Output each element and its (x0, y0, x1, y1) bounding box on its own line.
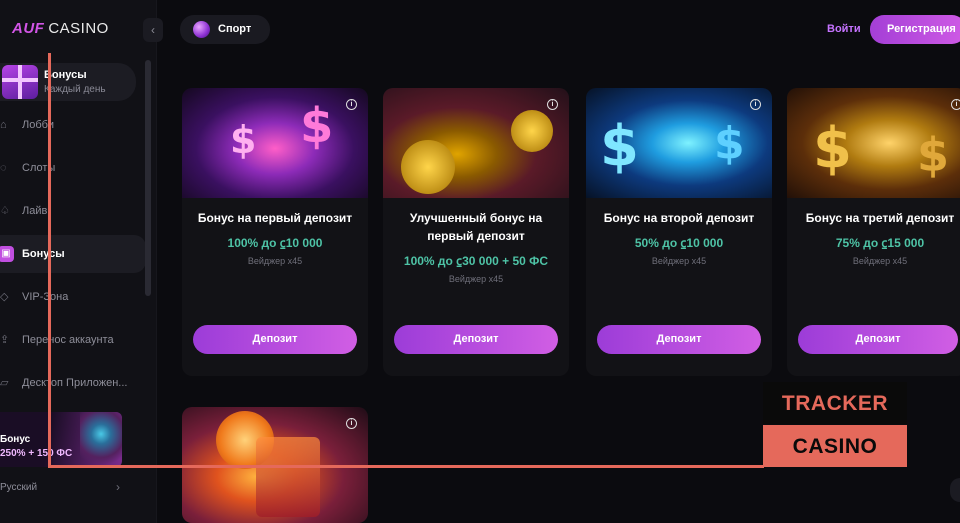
desktop-icon: ▱ (0, 377, 9, 389)
logo-casino: CASINO (48, 20, 109, 37)
promo-banner[interactable]: Бонус 250% + 150 ФС (0, 412, 122, 467)
watermark-line-vertical (48, 53, 51, 467)
sidebar-item-vip[interactable]: ◇ VIP-Зона (0, 278, 146, 316)
login-link[interactable]: Войти (827, 23, 861, 35)
bonus-card-image: $ $ (182, 88, 368, 198)
app-root: AUF CASINO Бонусы Каждый день ⌂ Лобби ◌ С… (0, 0, 960, 523)
bonus-card-amount: 50% до ⃀10 000 (634, 236, 724, 250)
deposit-button[interactable]: Депозит (193, 325, 357, 354)
bonus-card: $ $ i Бонус на второй депозит 50% до ⃀10… (586, 88, 772, 376)
register-button[interactable]: Регистрация (870, 15, 960, 44)
chevron-left-icon: ‹ (151, 23, 155, 37)
info-icon[interactable]: i (750, 99, 761, 110)
deposit-button[interactable]: Депозит (798, 325, 958, 354)
logo-brand: AUF (12, 20, 45, 37)
sport-label: Спорт (218, 23, 252, 35)
gift-icon (2, 65, 38, 99)
info-icon[interactable]: i (547, 99, 558, 110)
sport-button[interactable]: Спорт (180, 15, 270, 44)
diamond-icon: ◇ (0, 291, 9, 303)
bonus-card-wager: Вейджер x45 (448, 274, 504, 284)
promo-title: Бонус (0, 434, 31, 445)
home-icon: ⌂ (0, 119, 7, 131)
info-icon[interactable]: i (346, 99, 357, 110)
info-icon[interactable]: i (346, 418, 357, 429)
deposit-label: Депозит (656, 333, 702, 345)
sidebar-item-label: Лайв (22, 205, 48, 217)
sport-ball-icon (193, 21, 210, 38)
deposit-button[interactable]: Депозит (597, 325, 761, 354)
watermark-line-horizontal (48, 465, 764, 468)
sidebar-scrollbar[interactable] (145, 60, 151, 296)
deposit-label: Депозит (855, 333, 901, 345)
bonus-card-amount: 75% до ⃀15 000 (835, 236, 925, 250)
sidebar-collapse-button[interactable]: ‹ (143, 18, 163, 42)
bonus-card-title: Бонус на второй депозит (603, 211, 755, 225)
bonus-card-image (383, 88, 569, 198)
deposit-button[interactable]: Депозит (394, 325, 558, 354)
bonus-card-image: $ $ (586, 88, 772, 198)
info-icon[interactable]: i (951, 99, 960, 110)
sidebar-item-slots[interactable]: ◌ Слоты (0, 149, 146, 187)
bonus-card-amount: 100% до ⃀30 000 + 50 ФС (403, 254, 549, 268)
register-label: Регистрация (887, 23, 956, 35)
sidebar-item-live[interactable]: ♤ Лайв (0, 192, 146, 230)
transfer-icon: ⇪ (0, 334, 10, 346)
promo-character-image (80, 412, 122, 467)
bonus-card: $ $ i Бонус на первый депозит 100% до ⃀1… (182, 88, 368, 376)
sidebar-item-bonuses[interactable]: ▣ Бонусы (0, 235, 146, 273)
language-label: Русский (0, 482, 38, 493)
deposit-label: Депозит (453, 333, 499, 345)
sidebar-item-desktop-app[interactable]: ▱ Десктоп Приложен... (0, 364, 146, 402)
sidebar-item-label: Перенос аккаунта (22, 334, 114, 346)
bonus-card-wager: Вейджер x45 (651, 256, 707, 266)
chevron-right-icon: › (116, 480, 120, 494)
gift-icon: ▣ (0, 246, 14, 262)
sidebar-item-label: Бонусы (22, 248, 65, 260)
bonus-card-image: $ $ (787, 88, 960, 198)
deposit-label: Депозит (252, 333, 298, 345)
promo-offer: 250% + 150 ФС (0, 448, 73, 459)
sidebar-item-label: VIP-Зона (22, 291, 69, 303)
bonus-card-amount: 100% до ⃀10 000 (227, 236, 323, 250)
sidebar-nav: ⌂ Лобби ◌ Слоты ♤ Лайв ▣ Бонусы ◇ VIP-Зо… (0, 106, 146, 407)
bonus-card-title: Улучшенный бонус на первый депозит (409, 211, 543, 243)
daily-bonus-subtitle: Каждый день (44, 84, 106, 95)
watermark-casino: CASINO (763, 425, 907, 467)
bonus-card: i Улучшенный бонус на первый депозит 100… (383, 88, 569, 376)
bonus-card-wager: Вейджер x45 (247, 256, 303, 266)
language-selector[interactable]: Русский › (0, 476, 136, 502)
bonus-card-wager: Вейджер x45 (852, 256, 908, 266)
logo[interactable]: AUF CASINO (0, 0, 157, 58)
sidebar-item-label: Десктоп Приложен... (22, 377, 128, 389)
bonus-card-title: Бонус на первый депозит (197, 211, 353, 225)
side-widget-button[interactable] (950, 478, 960, 502)
sidebar-item-account-transfer[interactable]: ⇪ Перенос аккаунта (0, 321, 146, 359)
bonus-card: $ $ i Бонус на третий депозит 75% до ⃀15… (787, 88, 960, 376)
sidebar-item-lobby[interactable]: ⌂ Лобби (0, 106, 146, 144)
sidebar: AUF CASINO Бонусы Каждый день ⌂ Лобби ◌ С… (0, 0, 157, 523)
watermark-tracker: TRACKER (763, 382, 907, 424)
spade-icon: ♤ (0, 205, 10, 217)
daily-bonus-pill[interactable]: Бонусы Каждый день (0, 63, 136, 101)
bonus-card-title: Бонус на третий депозит (805, 211, 955, 225)
slots-icon: ◌ (0, 162, 7, 174)
